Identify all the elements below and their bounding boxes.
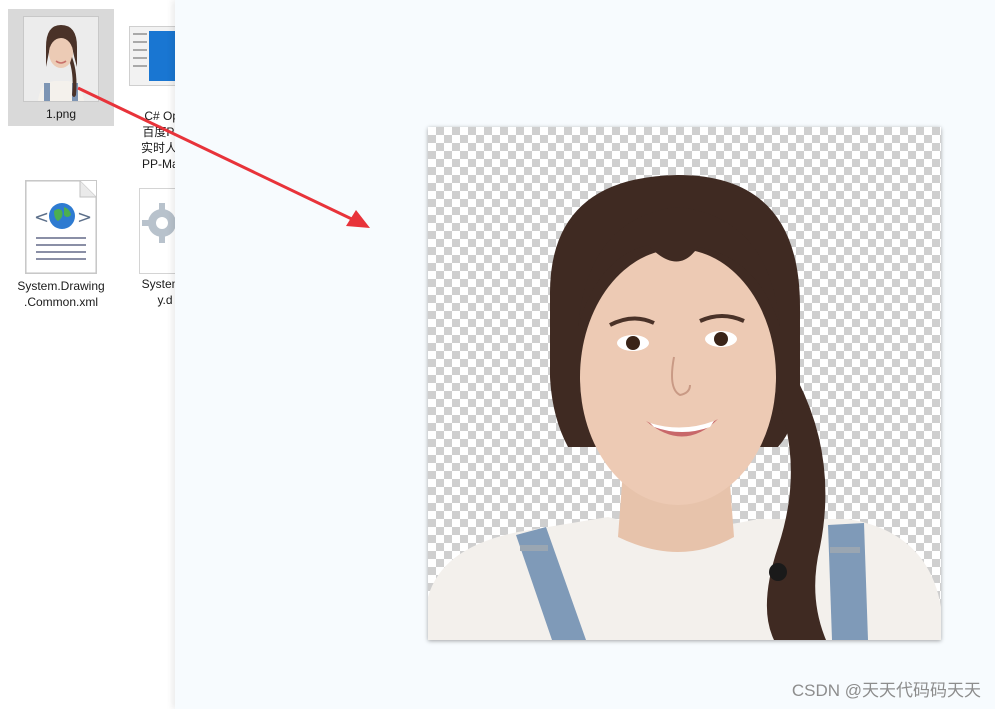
- portrait-cutout-image: [428, 127, 941, 640]
- file-item-system-drawing-xml[interactable]: < > System.Drawing .Common.xml: [9, 180, 113, 310]
- svg-text:>: >: [77, 207, 92, 228]
- file-label: System.Drawing .Common.xml: [17, 279, 105, 309]
- file-browser-area: 1.png C# Ope 百度Pad 实时人像 PP-Matti: [0, 0, 191, 709]
- file-label: 1.png: [45, 107, 77, 121]
- image-viewer-window: CSDN @天天代码码天天: [175, 0, 995, 709]
- xml-document-icon: < >: [25, 180, 97, 274]
- file-item-1png[interactable]: 1.png: [9, 12, 113, 122]
- watermark-text: CSDN @天天代码码天天: [791, 681, 981, 700]
- portrait-figure: [428, 175, 941, 640]
- svg-text:<: <: [34, 207, 49, 228]
- app-window-icon: [129, 26, 181, 86]
- photo-thumbnail-icon: [23, 16, 99, 102]
